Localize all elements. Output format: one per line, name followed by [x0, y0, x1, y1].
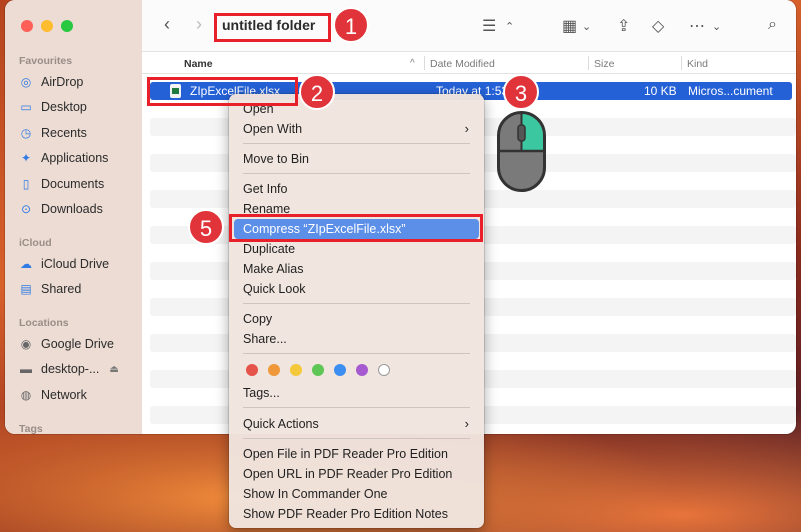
tag-purple-dot[interactable] — [356, 364, 368, 376]
menu-item-quick-look[interactable]: Quick Look — [234, 279, 479, 299]
minimize-window-button[interactable] — [41, 20, 53, 32]
sidebar-item-recents[interactable]: ◷ Recents — [19, 123, 87, 143]
menu-item-open-with[interactable]: Open With › — [234, 119, 479, 139]
tag-grey-dot[interactable] — [378, 364, 390, 376]
sidebar-item-desktop-computer[interactable]: ▬ desktop-... ⏏ — [19, 359, 119, 379]
sidebar-item-documents[interactable]: ▯ Documents — [19, 174, 105, 194]
more-actions-icon[interactable]: ⋯ — [689, 16, 705, 36]
menu-item-move-to-bin[interactable]: Move to Bin — [234, 149, 479, 169]
tag-orange-dot[interactable] — [268, 364, 280, 376]
chevron-right-icon: › — [464, 416, 469, 431]
menu-item-make-alias[interactable]: Make Alias — [234, 259, 479, 279]
mouse-right-click-icon — [497, 111, 546, 192]
column-name[interactable]: Name — [184, 58, 213, 70]
callout-badge-2: 2 — [299, 74, 335, 110]
zoom-window-button[interactable] — [61, 20, 73, 32]
airdrop-icon: ◎ — [20, 75, 32, 89]
group-chevron-down-icon[interactable]: ⌄ — [582, 20, 591, 33]
menu-item-duplicate[interactable]: Duplicate — [234, 239, 479, 259]
sidebar-item-icloud-drive[interactable]: ☁ iCloud Drive — [19, 254, 109, 274]
column-kind[interactable]: Kind — [687, 58, 708, 70]
tag-icon[interactable]: ◇ — [652, 16, 664, 36]
file-size: 10 KB — [644, 84, 677, 98]
share-icon[interactable]: ⇪ — [617, 16, 630, 36]
sidebar-heading-favourites: Favourites — [19, 55, 73, 67]
tag-red-dot[interactable] — [246, 364, 258, 376]
sidebar-heading-tags: Tags — [19, 423, 43, 434]
file-kind: Micros...cument — [688, 84, 773, 98]
close-window-button[interactable] — [21, 20, 33, 32]
eject-icon[interactable]: ⏏ — [109, 364, 118, 375]
tag-blue-dot[interactable] — [334, 364, 346, 376]
sidebar-item-downloads[interactable]: ⊙ Downloads — [19, 199, 103, 219]
menu-item-commander-one[interactable]: Show In Commander One — [234, 484, 479, 504]
tag-green-dot[interactable] — [312, 364, 324, 376]
sort-ascending-icon: ^ — [410, 58, 415, 69]
forward-chevron-icon[interactable]: › — [196, 14, 202, 35]
sidebar-item-shared[interactable]: ▤ Shared — [19, 279, 81, 299]
cloud-icon: ☁ — [20, 257, 32, 271]
menu-item-pdf-notes[interactable]: Show PDF Reader Pro Edition Notes — [234, 504, 479, 524]
shared-folder-icon: ▤ — [20, 282, 32, 296]
sidebar-item-desktop[interactable]: ▭ Desktop — [19, 97, 87, 117]
back-chevron-icon[interactable]: ‹ — [164, 14, 170, 35]
desktop-icon: ▭ — [20, 100, 32, 114]
more-actions-chevron-down-icon[interactable]: ⌄ — [712, 20, 721, 33]
callout-box-folder-title — [214, 13, 331, 42]
group-icon[interactable]: ▦ — [562, 16, 577, 36]
view-options-chevron-icon[interactable]: ⌃ — [505, 20, 514, 33]
menu-item-share[interactable]: Share... — [234, 329, 479, 349]
sidebar-heading-locations: Locations — [19, 317, 69, 329]
callout-badge-1: 1 — [333, 7, 369, 43]
menu-item-get-info[interactable]: Get Info — [234, 179, 479, 199]
document-icon: ▯ — [22, 177, 30, 191]
menu-item-pdf-open-url[interactable]: Open URL in PDF Reader Pro Edition — [234, 464, 479, 484]
callout-box-compress — [229, 214, 483, 242]
sidebar-item-network[interactable]: ◍ Network — [19, 385, 87, 405]
column-header: Name ^ Date Modified Size Kind — [142, 52, 796, 74]
callout-badge-5: 5 — [188, 209, 224, 245]
applications-icon: ✦ — [20, 151, 32, 165]
chevron-right-icon: › — [464, 121, 469, 136]
tag-yellow-dot[interactable] — [290, 364, 302, 376]
column-size[interactable]: Size — [594, 58, 614, 70]
context-menu: Open Open With › Move to Bin Get Info Ren… — [229, 94, 484, 528]
menu-item-pdf-open-file[interactable]: Open File in PDF Reader Pro Edition — [234, 444, 479, 464]
search-icon[interactable]: ⌕ — [768, 16, 777, 34]
list-view-icon[interactable]: ☰ — [482, 16, 496, 36]
computer-icon: ▬ — [20, 362, 32, 376]
column-date-modified[interactable]: Date Modified — [430, 58, 495, 70]
clock-icon: ◷ — [20, 126, 32, 140]
download-icon: ⊙ — [20, 202, 32, 216]
sidebar-item-airdrop[interactable]: ◎ AirDrop — [19, 72, 84, 92]
sidebar-item-applications[interactable]: ✦ Applications — [19, 148, 108, 168]
sidebar-heading-icloud: iCloud — [19, 237, 52, 249]
menu-item-copy[interactable]: Copy — [234, 309, 479, 329]
callout-badge-3: 3 — [503, 74, 539, 110]
network-icon: ◍ — [20, 388, 32, 402]
sidebar-item-google-drive[interactable]: ◉ Google Drive — [19, 334, 114, 354]
drive-icon: ◉ — [20, 337, 32, 351]
menu-item-tags[interactable]: Tags... — [234, 383, 479, 403]
sidebar: Favourites ◎ AirDrop ▭ Desktop ◷ Recents ✦ A… — [5, 0, 142, 434]
callout-box-file-row — [147, 77, 298, 106]
menu-item-quick-actions[interactable]: Quick Actions › — [234, 414, 479, 434]
